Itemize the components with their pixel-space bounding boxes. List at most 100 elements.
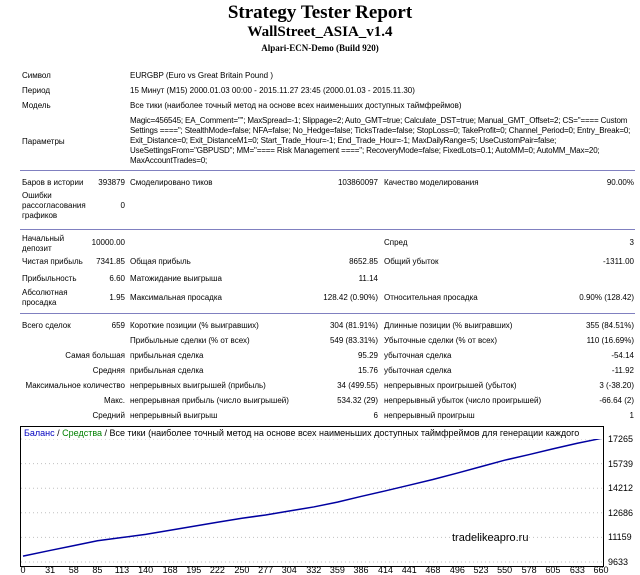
- cons-profit-value: 534.32 (29): [337, 396, 378, 405]
- profit-trades-label: Прибыльные сделки (% от всех): [130, 336, 250, 345]
- average-label: Средняя: [92, 366, 125, 375]
- profit-factor-value: 6.60: [109, 274, 125, 283]
- short-positions-value: 304 (81.91%): [329, 321, 378, 330]
- x-tick-label: 633: [569, 565, 585, 575]
- avg-loss-label: убыточная сделка: [384, 366, 452, 375]
- balance-chart-svg: [21, 437, 603, 563]
- errors-label: Ошибки рассогласования графиков: [22, 191, 86, 220]
- total-trades-label: Всего сделок: [22, 321, 71, 330]
- params-value: Magic=456545; EA_Comment=""; MaxSpread=-…: [130, 116, 631, 165]
- x-tick-label: 578: [521, 565, 537, 575]
- largest-label: Самая большая: [65, 351, 125, 360]
- x-tick-label: 386: [353, 565, 369, 575]
- cons-wins-value: 34 (499.55): [337, 381, 378, 390]
- x-tick-label: 304: [281, 565, 297, 575]
- ticks-value: 103860097: [337, 178, 378, 187]
- avg-wins-value: 6: [373, 411, 378, 420]
- x-tick-label: 250: [234, 565, 250, 575]
- symbol-label: Символ: [22, 71, 51, 80]
- cons-losses-value: 3 (-38.20): [599, 381, 634, 390]
- x-tick-label: 58: [68, 565, 79, 575]
- largest-profit-label: прибыльная сделка: [130, 351, 204, 360]
- x-tick-label: 414: [378, 565, 394, 575]
- server-name: Alpari-ECN-Demo (Build 920): [261, 43, 379, 53]
- section-divider: [20, 313, 635, 314]
- avg-consecutive-label: Средний: [92, 411, 125, 420]
- legend-balance: Баланс: [24, 428, 55, 438]
- total-trades-value: 659: [111, 321, 125, 330]
- rel-drawdown-value: 0.90% (128.42): [579, 293, 634, 302]
- short-positions-label: Короткие позиции (% выигравших): [130, 321, 259, 330]
- report-title: Strategy Tester Report: [227, 2, 413, 23]
- period-label: Период: [22, 86, 51, 95]
- model-value: Все тики (наиболее точный метод на основ…: [130, 101, 462, 110]
- profit-factor-label: Прибыльность: [22, 274, 77, 283]
- bars-label: Баров в истории: [22, 178, 84, 187]
- quality-label: Качество моделирования: [384, 178, 479, 187]
- y-tick-label: 17265: [608, 434, 634, 444]
- x-tick-label: 605: [545, 565, 561, 575]
- symbol-value: EURGBP (Euro vs Great Britain Pound ): [130, 71, 274, 80]
- y-tick-label: 12686: [608, 507, 634, 518]
- y-tick-label: 9633: [608, 557, 629, 567]
- largest-loss-label: убыточная сделка: [384, 351, 452, 360]
- chart-legend: Баланс / Средства / Все тики (наиболее т…: [24, 428, 602, 439]
- bars-value: 393879: [98, 178, 125, 187]
- x-tick-label: 113: [114, 565, 130, 575]
- long-positions-value: 355 (84.51%): [585, 321, 634, 330]
- gross-loss-label: Общий убыток: [384, 257, 439, 266]
- x-tick-label: 660: [593, 565, 609, 575]
- deposit-value: 10000.00: [91, 238, 125, 247]
- x-tick-label: 222: [209, 565, 225, 575]
- ticks-label: Смоделировано тиков: [130, 178, 213, 187]
- avg-loss-value: -11.92: [611, 366, 634, 375]
- y-tick-label: 11159: [608, 532, 632, 543]
- avg-losses-value: 1: [629, 411, 634, 420]
- largest-profit-value: 95.29: [357, 351, 378, 360]
- balance-chart: [20, 426, 604, 567]
- cons-losses-label: непрерывных проигрышей (убыток): [384, 381, 517, 390]
- x-tick-label: 0: [20, 565, 26, 575]
- max-count-label: Максимальное количество: [25, 381, 125, 390]
- profit-trades-value: 549 (83.31%): [329, 336, 378, 345]
- ea-name: WallStreet_ASIA_v1.4: [247, 24, 393, 40]
- largest-loss-value: -54.14: [611, 351, 634, 360]
- x-tick-label: 332: [306, 565, 322, 575]
- legend-model: Все тики (наиболее точный метод на основ…: [109, 428, 580, 438]
- params-label: Параметры: [22, 137, 65, 146]
- payoff-label: Матожидание выигрыша: [130, 274, 222, 283]
- errors-value: 0: [120, 201, 125, 210]
- cons-loss-value: -66.64 (2): [599, 396, 634, 405]
- watermark: tradelikeapro.ru: [452, 532, 529, 544]
- quality-value: 90.00%: [606, 178, 634, 187]
- cons-wins-label: непрерывных выигрышей (прибыль): [130, 381, 266, 390]
- avg-losses-label: непрерывный проигрыш: [384, 411, 475, 420]
- spread-value: 3: [629, 238, 634, 247]
- x-tick-label: 468: [425, 565, 441, 575]
- avg-profit-value: 15.76: [357, 366, 378, 375]
- gross-loss-value: -1311.00: [603, 257, 634, 266]
- x-tick-label: 441: [401, 565, 417, 575]
- period-value: 15 Минут (M15) 2000.01.03 00:00 - 2015.1…: [130, 86, 415, 95]
- x-tick-label: 31: [45, 565, 56, 575]
- section-divider: [20, 170, 635, 171]
- legend-funds: Средства: [62, 428, 103, 438]
- x-tick-label: 496: [449, 565, 465, 575]
- rel-drawdown-label: Относительная просадка: [384, 293, 478, 302]
- max-drawdown-value: 128.42 (0.90%): [323, 293, 378, 302]
- net-profit-label: Чистая прибыль: [22, 257, 83, 266]
- x-tick-label: 277: [258, 565, 274, 575]
- section-divider: [20, 229, 635, 230]
- long-positions-label: Длинные позиции (% выигравших): [384, 321, 513, 330]
- payoff-value: 11.14: [358, 274, 378, 283]
- x-tick-label: 523: [473, 565, 489, 575]
- cons-profit-label: непрерывная прибыль (число выигрышей): [130, 396, 289, 405]
- max-label: Макс.: [103, 396, 125, 405]
- gross-profit-label: Общая прибыль: [130, 257, 191, 266]
- avg-wins-label: непрерывный выигрыш: [130, 411, 218, 420]
- spread-label: Спред: [384, 238, 408, 247]
- x-tick-label: 550: [497, 565, 513, 575]
- x-tick-label: 140: [138, 565, 154, 575]
- y-tick-label: 15739: [608, 458, 634, 469]
- gross-profit-value: 8652.85: [349, 257, 378, 266]
